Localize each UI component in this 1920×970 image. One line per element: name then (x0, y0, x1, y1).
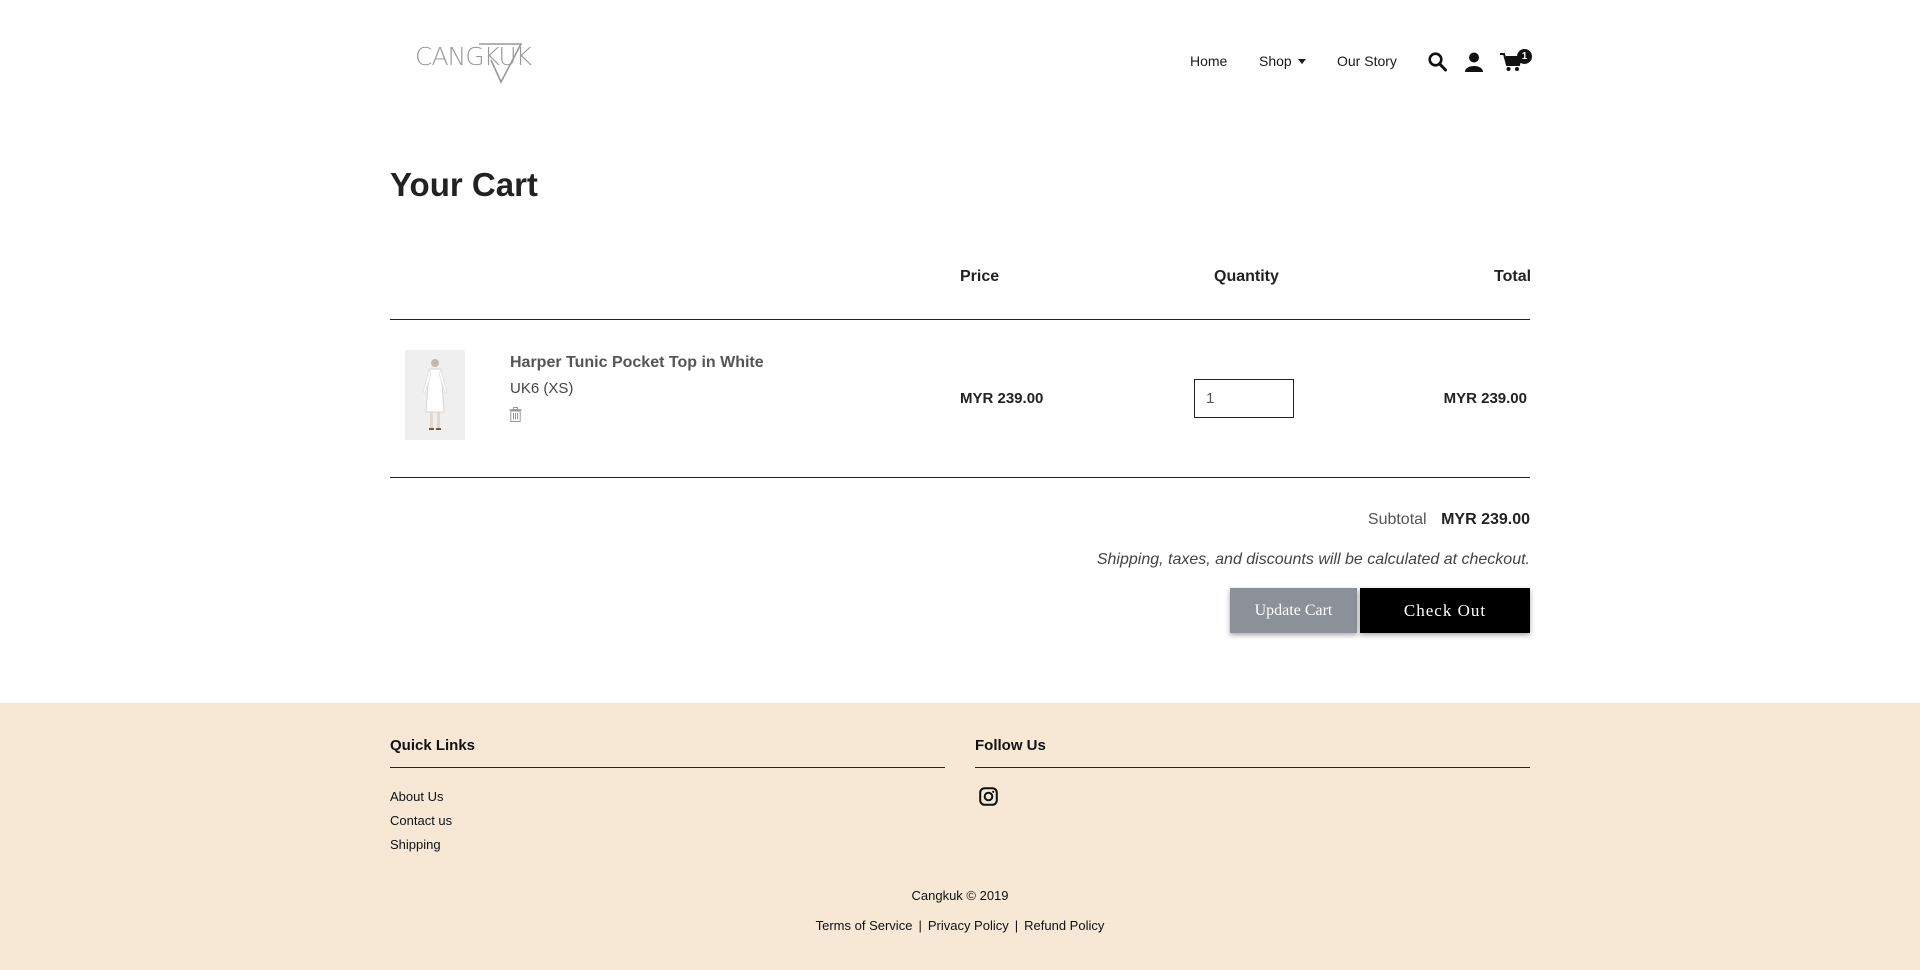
item-price: MYR 239.00 (960, 390, 1044, 407)
brand-logo[interactable]: CANGKUK (413, 36, 532, 86)
chevron-down-icon (1297, 59, 1306, 64)
privacy-policy-link[interactable]: Privacy Policy (928, 918, 1009, 933)
quick-links-divider (390, 767, 945, 768)
logo-triangle-icon (479, 43, 523, 84)
subtotal-row: Subtotal MYR 239.00 (1368, 511, 1530, 529)
account-icon[interactable] (1465, 52, 1483, 77)
site-footer: Quick Links About Us Contact us Shipping… (0, 703, 1920, 970)
item-total: MYR 239.00 (1443, 390, 1527, 407)
checkout-button[interactable]: Check Out (1360, 588, 1530, 633)
search-icon[interactable] (1428, 52, 1447, 77)
instagram-icon[interactable] (979, 787, 998, 811)
update-cart-button[interactable]: Update Cart (1230, 588, 1357, 633)
table-header-divider (390, 319, 1530, 320)
follow-us-heading: Follow Us (975, 737, 1046, 754)
footer-link-shipping[interactable]: Shipping (390, 833, 452, 857)
nav-our-story[interactable]: Our Story (1337, 53, 1397, 69)
trash-icon[interactable] (509, 407, 522, 427)
column-header-total: Total (1494, 268, 1532, 285)
nav-home[interactable]: Home (1190, 53, 1227, 69)
footer-link-about-us[interactable]: About Us (390, 785, 452, 809)
column-header-quantity: Quantity (1214, 268, 1279, 285)
legal-separator: | (1014, 918, 1019, 933)
checkout-note: Shipping, taxes, and discounts will be c… (1096, 551, 1530, 568)
legal-separator: | (918, 918, 922, 933)
nav-shop[interactable]: Shop (1259, 53, 1306, 69)
product-name-link[interactable]: Harper Tunic Pocket Top in White (510, 354, 764, 372)
site-header: CANGKUK Home Shop Our Story 1 (0, 0, 1920, 130)
quick-links-heading: Quick Links (390, 737, 476, 754)
column-header-price: Price (960, 268, 1000, 285)
refund-policy-link[interactable]: Refund Policy (1024, 918, 1104, 933)
quick-links-list: About Us Contact us Shipping (390, 785, 452, 857)
subtotal-value: MYR 239.00 (1441, 511, 1530, 528)
footer-link-contact-us[interactable]: Contact us (390, 809, 452, 833)
terms-of-service-link[interactable]: Terms of Service (816, 918, 913, 933)
product-variant: UK6 (XS) (510, 380, 574, 397)
subtotal-label: Subtotal (1367, 511, 1427, 528)
follow-us-divider (975, 767, 1530, 768)
product-thumbnail[interactable] (405, 350, 465, 440)
cart-count-badge: 1 (1517, 49, 1532, 64)
legal-links: Terms of Service | Privacy Policy | Refund P… (0, 918, 1920, 933)
copyright-text: Cangkuk © 2019 (911, 888, 1009, 903)
nav-shop-label: Shop (1259, 53, 1292, 69)
page-title: Your Cart (390, 166, 538, 203)
quantity-input[interactable] (1194, 379, 1294, 418)
table-footer-divider (390, 477, 1530, 478)
